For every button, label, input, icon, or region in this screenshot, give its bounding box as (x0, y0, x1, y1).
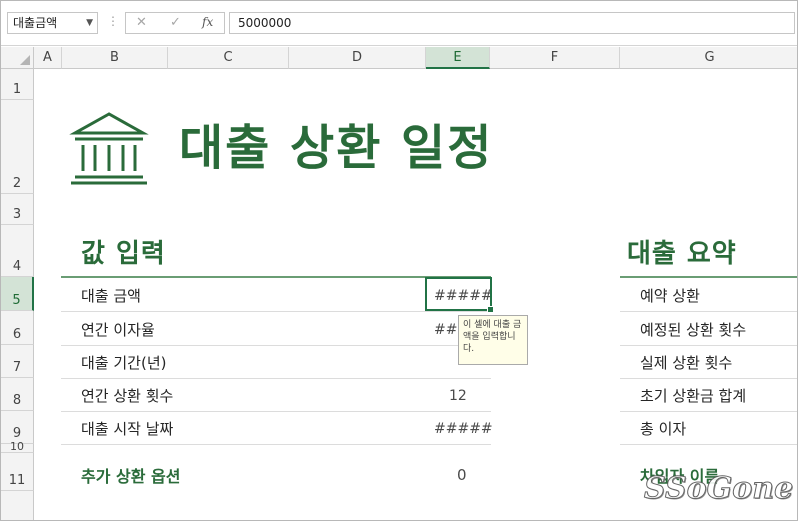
input-label-interest-rate: 연간 이자율 (81, 321, 155, 339)
summary-label-scheduled-payment: 예약 상환 (640, 287, 700, 305)
active-cell-selection[interactable] (425, 277, 494, 313)
select-all-button[interactable] (1, 47, 34, 69)
row-divider (620, 444, 797, 445)
row-divider (620, 345, 797, 346)
column-header-d[interactable]: D (289, 47, 426, 69)
row-divider (61, 411, 491, 412)
page-title: 대출 상환 일정 (179, 120, 494, 176)
column-header-e[interactable]: E (426, 47, 490, 69)
name-box-value: 대출금액 (13, 16, 58, 30)
watermark-logo: SSoGone (643, 471, 794, 507)
summary-label-total-interest: 총 이자 (640, 420, 687, 438)
summary-section-rule (620, 276, 797, 278)
summary-section-heading: 대출 요약 (627, 239, 737, 269)
input-label-start-date: 대출 시작 날짜 (81, 420, 174, 438)
row-divider (61, 444, 491, 445)
column-header-g[interactable]: G (620, 47, 797, 69)
row-header-8[interactable]: 8 (1, 378, 34, 411)
row-header-6[interactable]: 6 (1, 311, 34, 345)
input-label-loan-amount: 대출 금액 (81, 287, 141, 305)
spreadsheet-window: 대출금액 ▼ ⋮ ✕ ✓ fx 5000000 A B C D E F G 1 … (0, 0, 798, 521)
row-header-12[interactable] (1, 491, 34, 520)
row-divider (61, 311, 491, 312)
input-section-heading: 값 입력 (81, 239, 166, 269)
row-divider (620, 311, 797, 312)
extra-payment-value[interactable]: 0 (457, 466, 467, 484)
insert-function-icon[interactable]: fx (202, 15, 213, 29)
row-header-7[interactable]: 7 (1, 345, 34, 378)
chevron-down-icon[interactable]: ▼ (86, 13, 93, 33)
row-header-3[interactable]: 3 (1, 194, 34, 225)
row-header-2[interactable]: 2 (1, 100, 34, 194)
column-header-f[interactable]: F (490, 47, 620, 69)
bank-icon (69, 112, 149, 185)
input-label-payments-per-year: 연간 상환 횟수 (81, 387, 174, 405)
summary-label-actual-count: 실제 상환 횟수 (640, 354, 733, 372)
summary-label-early-total: 초기 상환금 합계 (640, 387, 747, 405)
summary-label-scheduled-count: 예정된 상환 횟수 (640, 321, 747, 339)
name-box[interactable]: 대출금액 ▼ (7, 12, 98, 34)
row-header-1[interactable]: 1 (1, 69, 34, 100)
input-value-start-date[interactable]: ##### (434, 421, 493, 437)
cancel-icon[interactable]: ✕ (136, 15, 147, 30)
row-header-11[interactable]: 11 (1, 453, 34, 491)
row-header-5[interactable]: 5 (1, 277, 34, 311)
enter-icon[interactable]: ✓ (170, 15, 181, 30)
row-header-4[interactable]: 4 (1, 225, 34, 277)
row-header-10[interactable]: 10 (1, 440, 34, 453)
formula-bar: 대출금액 ▼ ⋮ ✕ ✓ fx 5000000 (1, 1, 797, 46)
input-value-payments-per-year[interactable]: 12 (449, 388, 467, 404)
column-header-b[interactable]: B (62, 47, 168, 69)
row-divider (620, 378, 797, 379)
column-header-a[interactable]: A (34, 47, 62, 69)
formula-input[interactable]: 5000000 (229, 12, 795, 34)
input-label-loan-term: 대출 기간(년) (81, 354, 167, 372)
formula-buttons: ✕ ✓ fx (125, 12, 225, 34)
more-options-icon[interactable]: ⋮ (107, 14, 119, 28)
extra-payment-label: 추가 상환 옵션 (81, 467, 181, 486)
column-header-c[interactable]: C (168, 47, 289, 69)
row-divider (61, 378, 491, 379)
row-divider (620, 411, 797, 412)
row-divider (61, 345, 491, 346)
input-tooltip: 이 셀에 대출 금액을 입력합니다. (458, 315, 528, 365)
